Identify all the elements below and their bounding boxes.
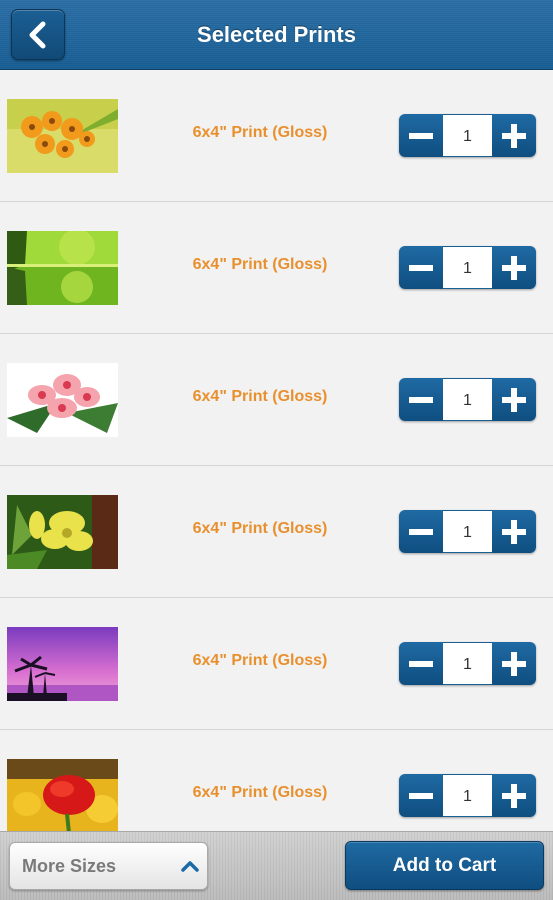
chevron-up-icon [181, 861, 199, 872]
increase-quantity-button[interactable] [492, 378, 536, 421]
plus-icon [502, 651, 526, 676]
app-header: Selected Prints [0, 0, 553, 70]
quantity-stepper: 1 [399, 378, 536, 421]
print-size-label: 6x4" Print (Gloss) [192, 652, 328, 669]
quantity-stepper: 1 [399, 246, 536, 289]
minus-icon [409, 528, 433, 535]
quantity-value[interactable]: 1 [443, 510, 492, 553]
decrease-quantity-button[interactable] [399, 378, 443, 421]
minus-icon [409, 132, 433, 139]
quantity-value[interactable]: 1 [443, 114, 492, 157]
print-size-label: 6x4" Print (Gloss) [192, 520, 328, 537]
plus-icon [502, 519, 526, 544]
print-size-label: 6x4" Print (Gloss) [192, 784, 328, 801]
minus-icon [409, 660, 433, 667]
print-thumbnail[interactable] [7, 759, 118, 832]
decrease-quantity-button[interactable] [399, 114, 443, 157]
quantity-stepper: 1 [399, 510, 536, 553]
list-item: 6x4" Print (Gloss) 1 [0, 334, 553, 466]
increase-quantity-button[interactable] [492, 642, 536, 685]
increase-quantity-button[interactable] [492, 774, 536, 817]
more-sizes-label: More Sizes [22, 856, 117, 876]
list-item: 6x4" Print (Gloss) 1 [0, 202, 553, 334]
decrease-quantity-button[interactable] [399, 642, 443, 685]
quantity-stepper: 1 [399, 774, 536, 817]
print-thumbnail[interactable] [7, 363, 118, 437]
back-button[interactable] [11, 9, 65, 60]
quantity-value[interactable]: 1 [443, 378, 492, 421]
quantity-value[interactable]: 1 [443, 642, 492, 685]
print-size-label: 6x4" Print (Gloss) [192, 124, 328, 141]
list-item: 6x4" Print (Gloss) 1 [0, 466, 553, 598]
decrease-quantity-button[interactable] [399, 246, 443, 289]
minus-icon [409, 396, 433, 403]
print-thumbnail[interactable] [7, 627, 118, 701]
list-item: 6x4" Print (Gloss) 1 [0, 730, 553, 832]
increase-quantity-button[interactable] [492, 246, 536, 289]
plus-icon [502, 387, 526, 412]
quantity-stepper: 1 [399, 642, 536, 685]
print-size-label: 6x4" Print (Gloss) [192, 256, 328, 273]
prints-list: 6x4" Print (Gloss) 1 6x4" Print (Gloss) … [0, 70, 553, 832]
list-item: 6x4" Print (Gloss) 1 [0, 70, 553, 202]
increase-quantity-button[interactable] [492, 510, 536, 553]
minus-icon [409, 792, 433, 799]
page-title: Selected Prints [197, 22, 356, 47]
minus-icon [409, 264, 433, 271]
quantity-value[interactable]: 1 [443, 774, 492, 817]
bottom-toolbar: More Sizes Add to Cart [0, 831, 553, 900]
list-item: 6x4" Print (Gloss) 1 [0, 598, 553, 730]
decrease-quantity-button[interactable] [399, 774, 443, 817]
quantity-stepper: 1 [399, 114, 536, 157]
increase-quantity-button[interactable] [492, 114, 536, 157]
chevron-left-icon [29, 21, 46, 48]
plus-icon [502, 255, 526, 280]
more-sizes-button[interactable]: More Sizes [9, 842, 208, 890]
print-thumbnail[interactable] [7, 495, 118, 569]
print-thumbnail[interactable] [7, 99, 118, 173]
decrease-quantity-button[interactable] [399, 510, 443, 553]
add-to-cart-button[interactable]: Add to Cart [345, 841, 544, 890]
print-size-label: 6x4" Print (Gloss) [192, 388, 328, 405]
plus-icon [502, 783, 526, 808]
plus-icon [502, 123, 526, 148]
quantity-value[interactable]: 1 [443, 246, 492, 289]
print-thumbnail[interactable] [7, 231, 118, 305]
